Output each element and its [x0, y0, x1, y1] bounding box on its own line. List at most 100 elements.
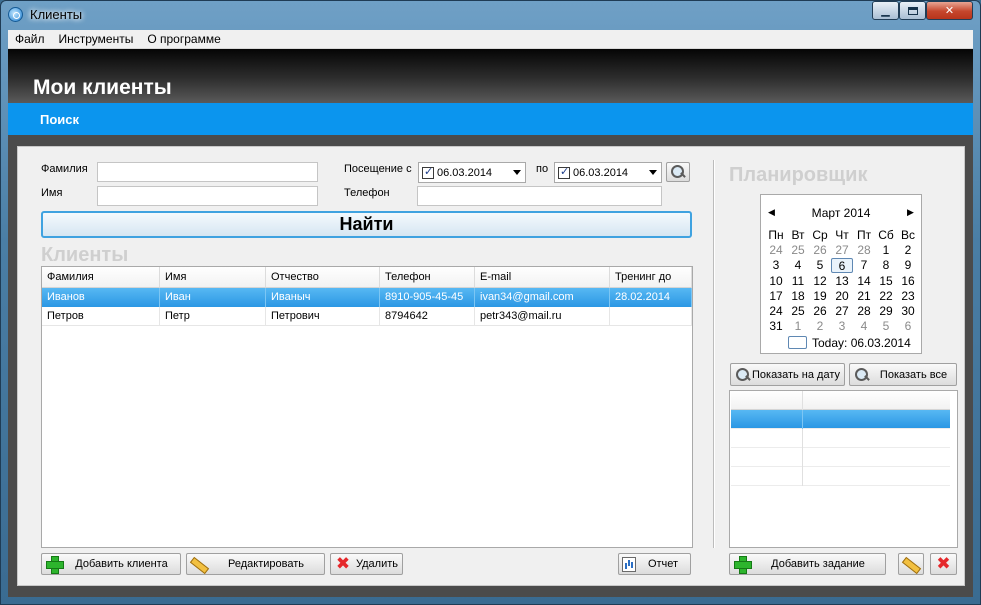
calendar-day[interactable]: 24 [765, 243, 787, 258]
menu-bar: Файл Инструменты О программе [8, 30, 973, 49]
calendar-day[interactable]: 21 [853, 289, 875, 304]
calendar-day[interactable]: 6 [897, 319, 919, 334]
visit-to-datepicker[interactable]: 06.03.2014 [554, 162, 662, 183]
calendar-day[interactable]: 2 [809, 319, 831, 334]
minimize-button[interactable]: ▁ [872, 1, 899, 20]
show-all-label: Показать все [879, 368, 948, 381]
calendar-day[interactable]: 1 [875, 243, 897, 258]
calendar-day[interactable]: 7 [853, 258, 875, 273]
edit-client-button[interactable]: Редактировать [186, 553, 325, 575]
show-on-date-label: Показать на дату [751, 368, 841, 381]
today-marker-icon [788, 336, 807, 349]
calendar-day[interactable]: 28 [853, 304, 875, 319]
calendar-day[interactable]: 28 [853, 243, 875, 258]
menu-file[interactable]: Файл [8, 32, 52, 46]
visit-to-label: по [536, 163, 549, 175]
name-input[interactable] [97, 186, 318, 206]
visit-from-checkbox[interactable] [422, 165, 434, 179]
calendar-day[interactable]: 23 [897, 289, 919, 304]
calendar-day[interactable]: 25 [787, 304, 809, 319]
table-row[interactable] [731, 467, 950, 486]
next-month-icon[interactable]: ▶ [907, 207, 914, 218]
calendar-day[interactable]: 27 [831, 304, 853, 319]
clients-table[interactable]: Фамилия Имя Отчество Телефон E-mail Трен… [41, 266, 693, 548]
menu-tools[interactable]: Инструменты [52, 32, 141, 46]
menu-about[interactable]: О программе [140, 32, 227, 46]
column-header-name[interactable]: Имя [160, 267, 266, 288]
calendar-day[interactable]: 4 [787, 258, 809, 273]
column-header-training[interactable]: Тренинг до [610, 267, 692, 288]
calendar-day[interactable]: 2 [897, 243, 919, 258]
calendar-weekday: Чт [835, 228, 849, 242]
calendar-day[interactable]: 1 [787, 319, 809, 334]
calendar-today[interactable]: Today: 06.03.2014 [812, 336, 911, 350]
show-all-button[interactable]: Показать все [849, 363, 957, 386]
report-button[interactable]: Отчет [618, 553, 691, 575]
month-calendar[interactable]: ◀ Март 2014 ▶ Пн Вт Ср Чт Пт Сб Вс 24 25 26 27 28 1 2… [760, 194, 922, 354]
table-row[interactable] [731, 448, 950, 467]
calendar-day[interactable]: 3 [831, 319, 853, 334]
table-cell: 8910-905-45-45 [380, 288, 475, 307]
calendar-day[interactable]: 26 [809, 243, 831, 258]
calendar-day[interactable]: 18 [787, 289, 809, 304]
calendar-day[interactable]: 25 [787, 243, 809, 258]
calendar-day[interactable]: 15 [875, 274, 897, 289]
edit-task-button[interactable] [898, 553, 924, 575]
calendar-day[interactable]: 9 [897, 258, 919, 273]
calendar-day[interactable]: 22 [875, 289, 897, 304]
report-label: Отчет [647, 558, 679, 570]
edit-client-label: Редактировать [228, 558, 304, 570]
column-header-patronymic[interactable]: Отчество [266, 267, 380, 288]
column-header-surname[interactable]: Фамилия [42, 267, 160, 288]
date-search-button[interactable] [666, 162, 690, 182]
column-header-phone[interactable]: Телефон [380, 267, 475, 288]
phone-input[interactable] [417, 186, 662, 206]
surname-input[interactable] [97, 162, 318, 182]
calendar-day[interactable]: 8 [875, 258, 897, 273]
table-row[interactable]: Петров Петр Петрович 8794642 petr343@mai… [42, 307, 692, 326]
calendar-day[interactable]: 13 [831, 274, 853, 289]
title-bar [0, 0, 981, 30]
calendar-day[interactable]: 19 [809, 289, 831, 304]
delete-task-button[interactable]: ✖ [930, 553, 957, 575]
planner-title: Планировщик [729, 164, 868, 186]
table-cell: 28.02.2014 [610, 288, 692, 307]
calendar-day[interactable]: 20 [831, 289, 853, 304]
delete-client-button[interactable]: ✖ Удалить [330, 553, 403, 575]
calendar-day[interactable]: 11 [787, 274, 809, 289]
calendar-day[interactable]: 27 [831, 243, 853, 258]
table-row[interactable]: Иванов Иван Иваныч 8910-905-45-45 ivan34… [42, 288, 692, 307]
calendar-day[interactable]: 4 [853, 319, 875, 334]
calendar-day[interactable]: 5 [875, 319, 897, 334]
table-row[interactable] [731, 410, 950, 429]
visit-to-checkbox[interactable] [558, 165, 570, 179]
column-header-email[interactable]: E-mail [475, 267, 610, 288]
clients-title: Клиенты [41, 244, 129, 266]
visit-from-value: 06.03.2014 [437, 166, 493, 179]
find-button[interactable]: Найти [41, 211, 692, 238]
calendar-day[interactable]: 10 [765, 274, 787, 289]
calendar-day[interactable]: 31 [765, 319, 787, 334]
calendar-day[interactable]: 12 [809, 274, 831, 289]
add-task-button[interactable]: Добавить задание [729, 553, 886, 575]
calendar-day[interactable]: 5 [809, 258, 831, 273]
show-on-date-button[interactable]: Показать на дату [730, 363, 845, 386]
delete-client-label: Удалить [356, 558, 398, 570]
calendar-day[interactable]: 26 [809, 304, 831, 319]
calendar-day[interactable]: 30 [897, 304, 919, 319]
calendar-day[interactable]: 6 [831, 258, 853, 274]
calendar-day[interactable]: 17 [765, 289, 787, 304]
visit-from-label: Посещение с [344, 163, 412, 175]
tasks-table[interactable] [729, 390, 958, 548]
maximize-button[interactable] [899, 1, 926, 20]
calendar-day[interactable]: 16 [897, 274, 919, 289]
table-cell: petr343@mail.ru [475, 307, 610, 326]
calendar-day[interactable]: 14 [853, 274, 875, 289]
close-button[interactable]: ✕ [926, 1, 973, 20]
calendar-day[interactable]: 29 [875, 304, 897, 319]
add-client-button[interactable]: Добавить клиента [41, 553, 181, 575]
table-row[interactable] [731, 429, 950, 448]
calendar-day[interactable]: 24 [765, 304, 787, 319]
calendar-day[interactable]: 3 [765, 258, 787, 273]
visit-from-datepicker[interactable]: 06.03.2014 [418, 162, 526, 183]
